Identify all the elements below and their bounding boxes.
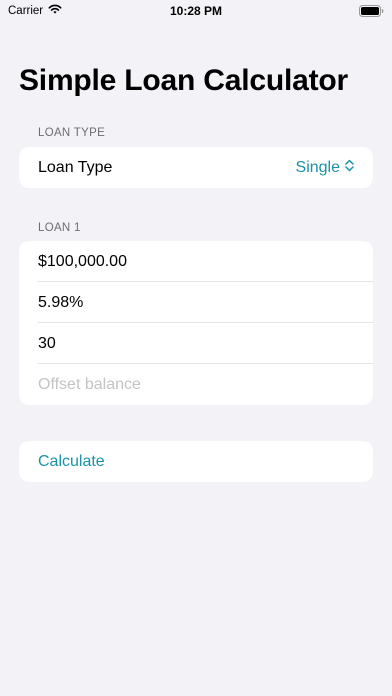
status-time: 10:28 PM (169, 4, 223, 18)
offset-balance-row (19, 364, 373, 405)
loan-type-label: Loan Type (38, 158, 113, 176)
loan-term-row (19, 323, 373, 364)
loan1-section-header: LOAN 1 (38, 222, 81, 234)
page-title: Simple Loan Calculator (19, 64, 348, 97)
loan-type-picker[interactable]: Single (296, 159, 354, 177)
loan1-card (19, 241, 373, 405)
loan-type-card: Loan Type Single (19, 147, 373, 188)
loan-type-value: Single (295, 158, 340, 176)
loan-term-field[interactable] (38, 334, 354, 353)
loan-type-picker-row[interactable]: Loan Type Single (19, 147, 373, 188)
status-bar: Carrier 10:28 PM (0, 0, 392, 22)
loan-type-section-header: LOAN TYPE (38, 127, 106, 139)
calculate-card: Calculate (19, 441, 373, 482)
calculate-button[interactable]: Calculate (19, 441, 373, 482)
battery-icon (359, 5, 384, 20)
offset-balance-field[interactable] (38, 375, 354, 394)
interest-rate-row (19, 282, 373, 323)
chevron-up-down-icon (345, 159, 354, 177)
interest-rate-field[interactable] (38, 293, 354, 312)
loan-amount-row (19, 241, 373, 282)
calculate-label: Calculate (38, 452, 105, 470)
loan-amount-field[interactable] (38, 252, 354, 271)
